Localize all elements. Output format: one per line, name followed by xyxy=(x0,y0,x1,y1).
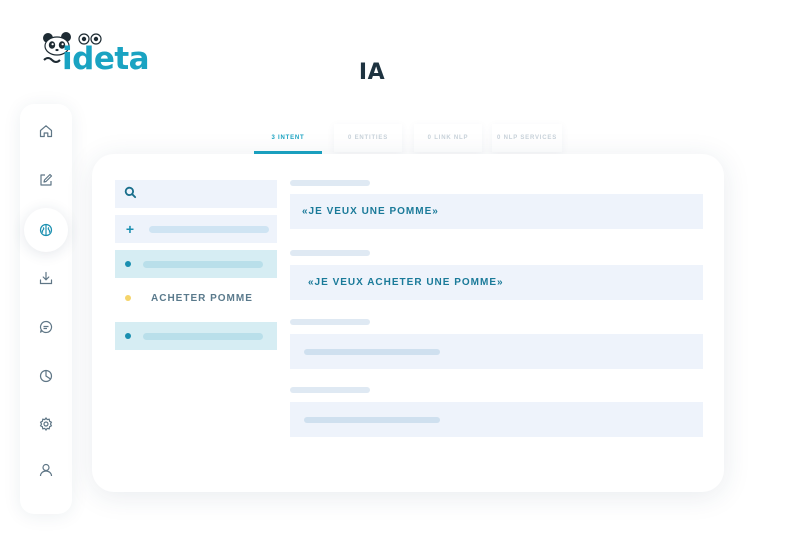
tab-entities-label: 0 ENTITIES xyxy=(347,135,388,141)
edit-icon xyxy=(40,173,53,186)
user-icon xyxy=(39,463,53,477)
sidebar-item-home[interactable] xyxy=(24,109,68,153)
plus-icon: + xyxy=(125,221,135,237)
settings-icon xyxy=(39,417,53,431)
tab-entities[interactable]: 0 ENTITIES xyxy=(334,124,402,152)
placeholder-bar xyxy=(304,348,440,355)
training-phrase-text: «JE VEUX ACHETER UNE POMME» xyxy=(308,277,504,288)
intent-name: ACHETER POMME xyxy=(151,292,253,304)
placeholder-bar xyxy=(143,260,263,268)
intent-list-item-selected[interactable]: ACHETER POMME xyxy=(115,284,277,312)
phrase-header-bar xyxy=(290,319,370,325)
sidebar-item-conversations[interactable] xyxy=(24,305,68,349)
sidebar-item-stats[interactable] xyxy=(24,354,68,398)
brain-icon xyxy=(39,223,53,237)
training-phrase[interactable]: «JE VEUX ACHETER UNE POMME» xyxy=(290,265,703,300)
search-icon xyxy=(123,186,137,202)
tab-intent[interactable]: 3 INTENT xyxy=(254,124,322,152)
pie-chart-icon xyxy=(39,369,53,383)
tab-nlp-services-label: 0 NLP SERVICES xyxy=(497,135,557,141)
sidebar-item-edit[interactable] xyxy=(24,158,68,202)
home-icon xyxy=(39,125,53,138)
training-phrase-empty[interactable] xyxy=(290,402,703,437)
ideta-logo[interactable]: ideta xyxy=(40,30,160,82)
placeholder-bar xyxy=(149,225,269,233)
placeholder-bar xyxy=(143,332,263,340)
intent-list-item[interactable] xyxy=(115,250,277,278)
page-title: IA xyxy=(358,60,386,85)
tab-nlp-services[interactable]: 0 NLP SERVICES xyxy=(492,124,562,152)
sidebar xyxy=(20,104,72,514)
sidebar-item-ia[interactable] xyxy=(24,208,68,252)
intent-search-input[interactable] xyxy=(115,180,277,208)
tab-link-nlp[interactable]: 0 LINK NLP xyxy=(414,124,482,152)
chat-search-icon xyxy=(39,320,53,334)
status-dot xyxy=(125,295,131,301)
phrase-header-bar xyxy=(290,387,370,393)
brand-name: ideta xyxy=(62,41,150,77)
download-icon xyxy=(39,271,53,285)
sidebar-item-download[interactable] xyxy=(24,256,68,300)
phrase-header-bar xyxy=(290,250,370,256)
intent-list-item[interactable] xyxy=(115,322,277,350)
placeholder-bar xyxy=(304,416,440,423)
training-phrase-text: «JE VEUX UNE POMME» xyxy=(302,206,439,217)
tab-link-nlp-label: 0 LINK NLP xyxy=(427,135,469,141)
sidebar-item-profile[interactable] xyxy=(24,448,68,492)
training-phrase[interactable]: «JE VEUX UNE POMME» xyxy=(290,194,703,229)
intent-panel: + ACHETER POMME «JE VEUX UNE POMME» «JE … xyxy=(92,154,724,492)
status-dot xyxy=(125,261,131,267)
add-intent-button[interactable]: + xyxy=(115,215,277,243)
sidebar-item-settings[interactable] xyxy=(24,402,68,446)
training-phrase-empty[interactable] xyxy=(290,334,703,369)
tab-intent-label: 3 INTENT xyxy=(271,135,305,141)
phrase-header-bar xyxy=(290,180,370,186)
status-dot xyxy=(125,333,131,339)
